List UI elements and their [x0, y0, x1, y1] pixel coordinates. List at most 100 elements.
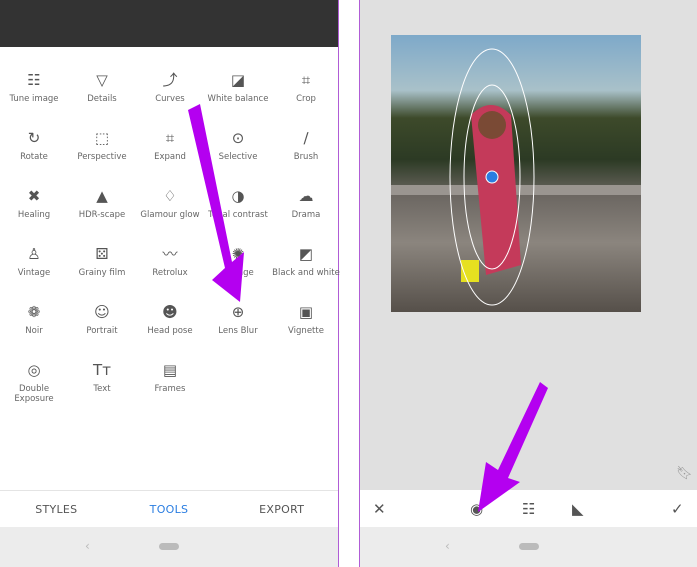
- tool-grainy-film[interactable]: ⚄ Grainy film: [68, 244, 136, 278]
- apply-icon[interactable]: ✓: [671, 500, 684, 518]
- tool-label: HDR-scape: [78, 210, 126, 220]
- grunge-icon: ✺: [231, 245, 245, 263]
- tool-black-and-white[interactable]: ◩ Black and white: [272, 244, 340, 278]
- curves-icon: ⤴: [162, 71, 178, 89]
- tool-text[interactable]: Tт Text: [68, 360, 136, 394]
- tool-perspective[interactable]: ⬚ Perspective: [68, 128, 136, 162]
- tool-label: Vintage: [17, 268, 51, 278]
- vignette-icon: ▣: [298, 303, 314, 321]
- edit-toolbar: ✕ ◉ ☷ ◣ ✓: [360, 490, 697, 527]
- lens-blur-editor: 🔖︎ ✕ ◉ ☷ ◣ ✓ ‹: [359, 0, 697, 567]
- tool-label: Selective: [218, 152, 258, 162]
- tool-vintage[interactable]: ♙ Vintage: [0, 244, 68, 278]
- tool-label: Glamour glow: [140, 210, 200, 220]
- tool-label: Frames: [154, 384, 186, 394]
- tool-label: Lens Blur: [218, 326, 258, 336]
- tool-label: Curves: [155, 94, 185, 104]
- grain-icon: ⚄: [95, 245, 109, 263]
- tool-retrolux[interactable]: 〰 Retrolux: [136, 244, 204, 278]
- tool-glamour-glow[interactable]: ♢ Glamour glow: [136, 186, 204, 220]
- tonal-icon: ◑: [231, 187, 245, 205]
- tool-details[interactable]: ▽ Details: [68, 70, 136, 104]
- tool-label: Text: [93, 384, 111, 394]
- tool-label: Healing: [17, 210, 51, 220]
- tool-crop[interactable]: ⌗ Crop: [272, 70, 340, 104]
- diamond-icon: ♢: [163, 187, 177, 205]
- bookmark-icon[interactable]: 🔖︎: [676, 466, 693, 481]
- system-nav-bar-right: ‹: [360, 527, 697, 567]
- tool-label: Crop: [296, 94, 316, 104]
- photo-canvas[interactable]: [391, 35, 641, 312]
- yellow-object: [461, 260, 479, 282]
- tool-label: Perspective: [77, 152, 127, 162]
- tool-expand[interactable]: ⌗ Expand: [136, 128, 204, 162]
- tool-label: Vignette: [288, 326, 324, 336]
- brush-icon: ∕: [303, 129, 309, 147]
- cloud-icon: ☁: [298, 187, 314, 205]
- tool-hdr-scape[interactable]: ▲ HDR-scape: [68, 186, 136, 220]
- selective-icon: ⊙: [231, 129, 245, 147]
- blur-center-handle[interactable]: [485, 170, 499, 184]
- rotate-icon: ↻: [27, 129, 41, 147]
- photo-overlay: [391, 48, 641, 306]
- tool-tune-image[interactable]: ☷ Tune image: [0, 70, 68, 104]
- tool-vignette[interactable]: ▣ Vignette: [272, 302, 340, 336]
- white-balance-icon: ◪: [230, 71, 246, 89]
- lamp-icon: ♙: [27, 245, 41, 263]
- tool-label: Grainy film: [78, 268, 126, 278]
- tool-double-exposure[interactable]: ◎ Double Exposure: [0, 360, 68, 404]
- cancel-icon[interactable]: ✕: [373, 500, 386, 518]
- tab-styles[interactable]: STYLES: [0, 503, 113, 516]
- tool-drama[interactable]: ☁ Drama: [272, 186, 340, 220]
- tune-icon: ☷: [27, 71, 41, 89]
- blur-shape-icon[interactable]: ◉: [470, 500, 483, 518]
- tool-tonal-contrast[interactable]: ◑ Tonal contrast: [204, 186, 272, 220]
- tool-portrait[interactable]: ☺ Portrait: [68, 302, 136, 336]
- person-figure: [471, 105, 521, 275]
- tool-grunge[interactable]: ✺ Grunge: [204, 244, 272, 278]
- blur-inner-ellipse[interactable]: [463, 84, 521, 270]
- tool-lens-blur[interactable]: ⊕ Lens Blur: [204, 302, 272, 336]
- tool-label: Expand: [154, 152, 186, 162]
- blur-outer-ellipse[interactable]: [449, 48, 535, 306]
- tool-noir[interactable]: ❁ Noir: [0, 302, 68, 336]
- styles-icon[interactable]: ◣: [572, 500, 584, 518]
- tool-white-balance[interactable]: ◪ White balance: [204, 70, 272, 104]
- text-icon: Tт: [93, 361, 111, 379]
- bottom-tabs: STYLES TOOLS EXPORT: [0, 490, 338, 527]
- tool-label: Brush: [293, 152, 319, 162]
- tool-brush[interactable]: ∕ Brush: [272, 128, 340, 162]
- tool-label: Head pose: [147, 326, 193, 336]
- top-bar: [0, 0, 338, 47]
- tool-label: Rotate: [20, 152, 48, 162]
- home-button[interactable]: [159, 543, 179, 550]
- tool-label: Drama: [291, 210, 321, 220]
- tool-healing[interactable]: ✖ Healing: [0, 186, 68, 220]
- tool-label: Grunge: [222, 268, 254, 278]
- lens-blur-icon: ⊕: [231, 303, 245, 321]
- road-line: [391, 185, 641, 195]
- tool-label: Black and white: [272, 268, 340, 278]
- tool-head-pose[interactable]: ☻ Head pose: [136, 302, 204, 336]
- tool-rotate[interactable]: ↻ Rotate: [0, 128, 68, 162]
- tab-tools[interactable]: TOOLS: [113, 503, 226, 516]
- person-head: [478, 111, 506, 139]
- mountain-icon: ▲: [96, 187, 108, 205]
- home-button[interactable]: [519, 543, 539, 550]
- head-pose-icon: ☻: [162, 303, 178, 321]
- system-nav-bar: ‹: [0, 527, 338, 567]
- tool-selective[interactable]: ⊙ Selective: [204, 128, 272, 162]
- tool-label: Tune image: [9, 94, 59, 104]
- tool-label: Retrolux: [152, 268, 188, 278]
- back-button[interactable]: ‹: [85, 539, 90, 553]
- face-icon: ☺: [94, 303, 110, 321]
- bw-icon: ◩: [298, 245, 314, 263]
- tab-export[interactable]: EXPORT: [225, 503, 338, 516]
- tool-curves[interactable]: ⤴ Curves: [136, 70, 204, 104]
- healing-icon: ✖: [27, 187, 41, 205]
- film-reel-icon: ❁: [27, 303, 41, 321]
- adjust-icon[interactable]: ☷: [522, 500, 535, 518]
- back-button[interactable]: ‹: [445, 539, 450, 553]
- tool-frames[interactable]: ▤ Frames: [136, 360, 204, 394]
- tool-label: Portrait: [86, 326, 118, 336]
